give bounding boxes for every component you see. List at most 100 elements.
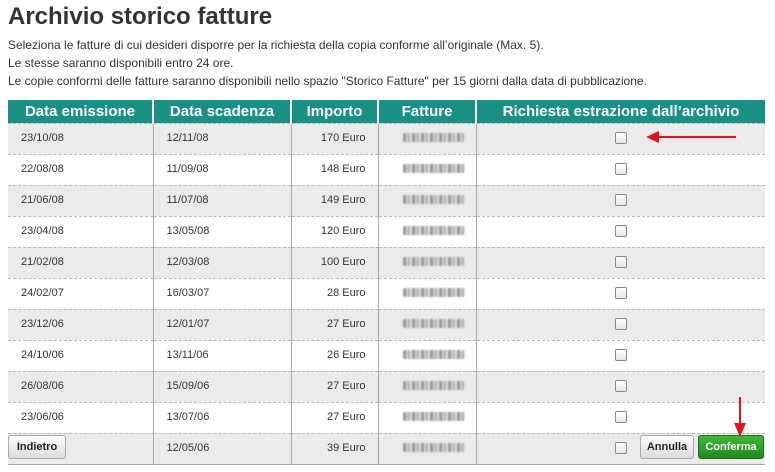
cell-fattura[interactable] — [377, 184, 476, 216]
table-row: 24/10/06 13/11/06 26 Euro — [8, 339, 765, 371]
table-row: 24/02/07 16/03/07 28 Euro — [8, 277, 765, 309]
cell-data-emissione: 21/02/08 — [8, 246, 153, 278]
cell-data-scadenza: 12/05/06 — [152, 432, 291, 465]
extraction-request-checkbox[interactable] — [614, 410, 627, 423]
table-row: 21/02/08 12/03/08 100 Euro — [8, 246, 765, 278]
annotation-arrow-left-icon — [646, 131, 736, 143]
cancel-button[interactable]: Annulla — [640, 435, 694, 459]
extraction-request-checkbox[interactable] — [614, 255, 627, 268]
cell-importo: 27 Euro — [290, 308, 378, 340]
extraction-request-checkbox[interactable] — [614, 441, 627, 454]
cell-data-emissione: 23/04/08 — [8, 215, 153, 247]
header-fatture: Fatture — [378, 100, 477, 123]
cell-data-emissione: 23/12/06 — [8, 308, 153, 340]
cell-importo: 26 Euro — [290, 339, 378, 371]
table-row: 23/06/06 13/07/06 27 Euro — [8, 401, 765, 433]
cell-importo: 100 Euro — [290, 246, 378, 278]
cell-data-scadenza: 11/07/08 — [152, 184, 291, 216]
redacted-invoice-number[interactable] — [402, 133, 465, 143]
redacted-invoice-number[interactable] — [402, 443, 465, 453]
cell-fattura[interactable] — [377, 122, 476, 154]
cell-data-emissione: 22/08/08 — [8, 153, 153, 185]
cell-data-scadenza: 15/09/06 — [152, 370, 291, 402]
cell-data-scadenza: 16/03/07 — [152, 277, 291, 309]
extraction-request-checkbox[interactable] — [614, 193, 627, 206]
cell-data-emissione: 26/08/06 — [8, 370, 153, 402]
cell-data-scadenza: 13/11/06 — [152, 339, 291, 371]
redacted-invoice-number[interactable] — [402, 412, 465, 422]
table-row: 23/12/06 12/01/07 27 Euro — [8, 308, 765, 340]
extraction-request-checkbox[interactable] — [614, 131, 627, 144]
cell-data-emissione: 21/06/08 — [8, 184, 153, 216]
cell-fattura[interactable] — [377, 339, 476, 371]
table-row: 22/08/08 11/09/08 148 Euro — [8, 153, 765, 185]
cell-richiesta — [475, 339, 765, 371]
cell-importo: 28 Euro — [290, 277, 378, 309]
cell-importo: 148 Euro — [290, 153, 378, 185]
cell-fattura[interactable] — [377, 401, 476, 433]
table-header-row: Data emissione Data scadenza Importo Fat… — [8, 100, 765, 123]
cell-data-scadenza: 13/07/06 — [152, 401, 291, 433]
extraction-request-checkbox[interactable] — [614, 162, 627, 175]
cell-richiesta — [475, 308, 765, 340]
header-data-scadenza: Data scadenza — [153, 100, 292, 123]
redacted-invoice-number[interactable] — [402, 381, 465, 391]
cell-fattura[interactable] — [377, 432, 476, 465]
cell-data-scadenza: 11/09/08 — [152, 153, 291, 185]
invoices-table: Data emissione Data scadenza Importo Fat… — [8, 100, 765, 465]
redacted-invoice-number[interactable] — [402, 319, 465, 329]
intro-line: Le stesse saranno disponibili entro 24 o… — [8, 56, 234, 70]
cell-fattura[interactable] — [377, 277, 476, 309]
cell-data-scadenza: 12/03/08 — [152, 246, 291, 278]
header-richiesta-estrazione: Richiesta estrazione dall’archivio — [476, 100, 765, 123]
cell-richiesta — [475, 153, 765, 185]
cell-data-emissione: 24/02/07 — [8, 277, 153, 309]
extraction-request-checkbox[interactable] — [614, 317, 627, 330]
cell-data-scadenza: 12/11/08 — [152, 122, 291, 154]
cell-richiesta — [475, 246, 765, 278]
extraction-request-checkbox[interactable] — [614, 224, 627, 237]
redacted-invoice-number[interactable] — [402, 195, 465, 205]
intro-line: Seleziona le fatture di cui desideri dis… — [8, 38, 544, 52]
extraction-request-checkbox[interactable] — [614, 379, 627, 392]
cell-data-emissione: 24/10/06 — [8, 339, 153, 371]
cell-richiesta — [475, 277, 765, 309]
intro-line: Le copie conformi delle fatture saranno … — [8, 74, 647, 88]
cell-richiesta — [475, 215, 765, 247]
redacted-invoice-number[interactable] — [402, 226, 465, 236]
cell-fattura[interactable] — [377, 215, 476, 247]
cell-data-scadenza: 12/01/07 — [152, 308, 291, 340]
table-row: 21/06/08 11/07/08 149 Euro — [8, 184, 765, 216]
intro-text: Seleziona le fatture di cui desideri dis… — [8, 36, 647, 90]
redacted-invoice-number[interactable] — [402, 164, 465, 174]
header-data-emissione: Data emissione — [8, 100, 154, 123]
extraction-request-checkbox[interactable] — [614, 348, 627, 361]
cell-importo: 39 Euro — [290, 432, 378, 465]
back-button[interactable]: Indietro — [8, 435, 66, 459]
cell-richiesta — [475, 401, 765, 433]
cell-importo: 27 Euro — [290, 401, 378, 433]
confirm-button[interactable]: Conferma — [698, 435, 764, 459]
page-title: Archivio storico fatture — [8, 3, 273, 30]
header-importo: Importo — [291, 100, 379, 123]
annotation-arrow-down-icon — [734, 397, 746, 437]
cell-fattura[interactable] — [377, 246, 476, 278]
cell-data-emissione: 23/06/06 — [8, 401, 153, 433]
cell-richiesta — [475, 184, 765, 216]
redacted-invoice-number[interactable] — [402, 288, 465, 298]
cell-richiesta — [475, 370, 765, 402]
cell-data-scadenza: 13/05/08 — [152, 215, 291, 247]
cell-fattura[interactable] — [377, 308, 476, 340]
cell-fattura[interactable] — [377, 370, 476, 402]
cell-importo: 27 Euro — [290, 370, 378, 402]
cell-importo: 120 Euro — [290, 215, 378, 247]
cell-fattura[interactable] — [377, 153, 476, 185]
redacted-invoice-number[interactable] — [402, 257, 465, 267]
cell-importo: 170 Euro — [290, 122, 378, 154]
extraction-request-checkbox[interactable] — [614, 286, 627, 299]
cell-data-emissione: 23/10/08 — [8, 122, 153, 154]
table-row: 26/08/06 15/09/06 27 Euro — [8, 370, 765, 402]
table-row: 23/04/08 13/05/08 120 Euro — [8, 215, 765, 247]
cell-importo: 149 Euro — [290, 184, 378, 216]
redacted-invoice-number[interactable] — [402, 350, 465, 360]
